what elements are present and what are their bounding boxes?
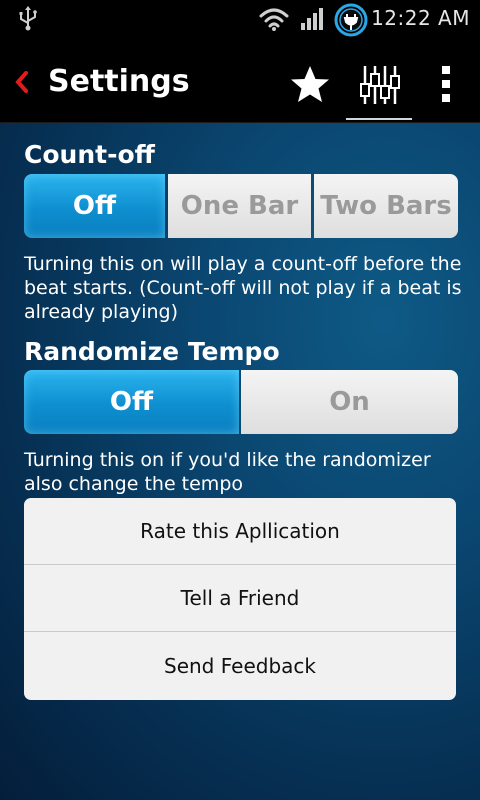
rate-app-button[interactable]: Rate this Apllication — [24, 498, 456, 565]
randomize-tempo-option-off[interactable]: Off — [24, 370, 239, 434]
signal-icon — [300, 7, 326, 35]
wifi-icon — [258, 6, 290, 36]
battery-charging-icon — [334, 3, 368, 41]
randomize-tempo-title: Randomize Tempo — [24, 337, 280, 366]
send-feedback-button[interactable]: Send Feedback — [24, 632, 456, 700]
star-icon[interactable] — [288, 64, 332, 110]
usb-icon — [18, 6, 38, 36]
mixer-tab-indicator — [346, 118, 412, 120]
actions-list: Rate this Apllication Tell a Friend Send… — [24, 498, 456, 700]
count-off-option-two-bars[interactable]: Two Bars — [314, 174, 458, 238]
randomize-tempo-segmented-control: Off On — [24, 370, 458, 434]
status-time: 12:22 AM — [371, 6, 470, 30]
tell-friend-button[interactable]: Tell a Friend — [24, 565, 456, 632]
count-off-option-off[interactable]: Off — [24, 174, 165, 238]
randomize-tempo-description: Turning this on if you'd like the random… — [24, 449, 431, 495]
count-off-segmented-control: Off One Bar Two Bars — [24, 174, 458, 238]
back-chevron-icon[interactable] — [14, 71, 30, 97]
overflow-menu-icon[interactable] — [440, 64, 452, 108]
page-title[interactable]: Settings — [48, 64, 190, 99]
mixer-sliders-icon[interactable] — [356, 62, 402, 112]
status-bar: 12:22 AM — [0, 0, 480, 38]
action-bar: Settings — [0, 38, 480, 123]
count-off-description: Turning this on will play a count-off be… — [24, 253, 462, 323]
count-off-option-one-bar[interactable]: One Bar — [168, 174, 311, 238]
count-off-title: Count-off — [24, 140, 155, 169]
randomize-tempo-option-on[interactable]: On — [241, 370, 458, 434]
